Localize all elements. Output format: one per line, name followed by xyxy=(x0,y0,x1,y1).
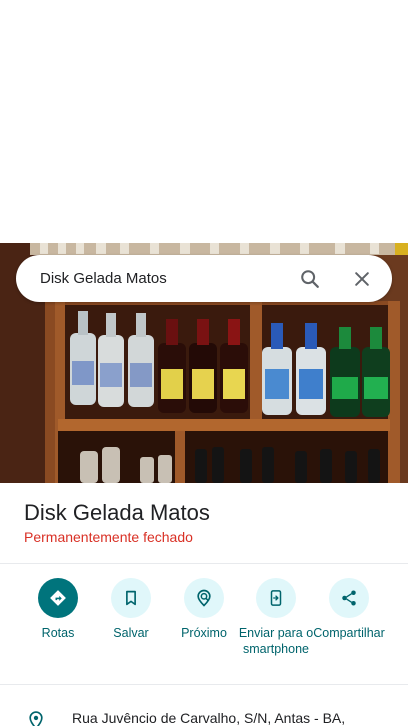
search-bar[interactable]: Disk Gelada Matos xyxy=(16,255,392,302)
share-label: Compartilhar xyxy=(313,626,385,640)
send-to-phone-button[interactable]: Enviar para o smartphone xyxy=(236,578,316,657)
nearby-button[interactable]: Próximo xyxy=(164,578,244,641)
directions-icon-circle[interactable] xyxy=(38,578,78,618)
share-icon-circle[interactable] xyxy=(329,578,369,618)
close-icon xyxy=(355,271,369,286)
save-button[interactable]: Salvar xyxy=(91,578,171,641)
location-pin-icon xyxy=(29,711,43,726)
share-icon xyxy=(342,590,356,606)
search-icon xyxy=(301,269,319,288)
clear-search-button[interactable] xyxy=(342,259,382,299)
search-input[interactable]: Disk Gelada Matos xyxy=(40,270,290,287)
address-row[interactable]: Rua Juvêncio de Carvalho, S/N, Antas - B… xyxy=(0,700,408,726)
nearby-label: Próximo xyxy=(181,626,227,640)
nearby-icon-circle[interactable] xyxy=(184,578,224,618)
map-area-blank xyxy=(0,0,408,243)
nearby-icon xyxy=(197,589,211,607)
send-to-phone-label: Enviar para o smartphone xyxy=(238,626,314,656)
divider xyxy=(0,563,408,564)
address-text: Rua Juvêncio de Carvalho, S/N, Antas - B… xyxy=(72,710,346,726)
directions-label: Rotas xyxy=(41,626,75,640)
divider xyxy=(0,684,408,685)
place-title: Disk Gelada Matos xyxy=(24,500,210,525)
search-button[interactable] xyxy=(290,259,330,299)
status-badge: Permanentemente fechado xyxy=(24,529,193,545)
save-label: Salvar xyxy=(113,626,149,640)
send-to-phone-icon xyxy=(270,590,282,606)
save-icon-circle[interactable] xyxy=(111,578,151,618)
send-to-phone-icon-circle[interactable] xyxy=(256,578,296,618)
share-button[interactable]: Compartilhar xyxy=(309,578,389,641)
directions-icon xyxy=(50,590,66,606)
directions-button[interactable]: Rotas xyxy=(18,578,98,641)
bookmark-icon xyxy=(126,590,136,606)
